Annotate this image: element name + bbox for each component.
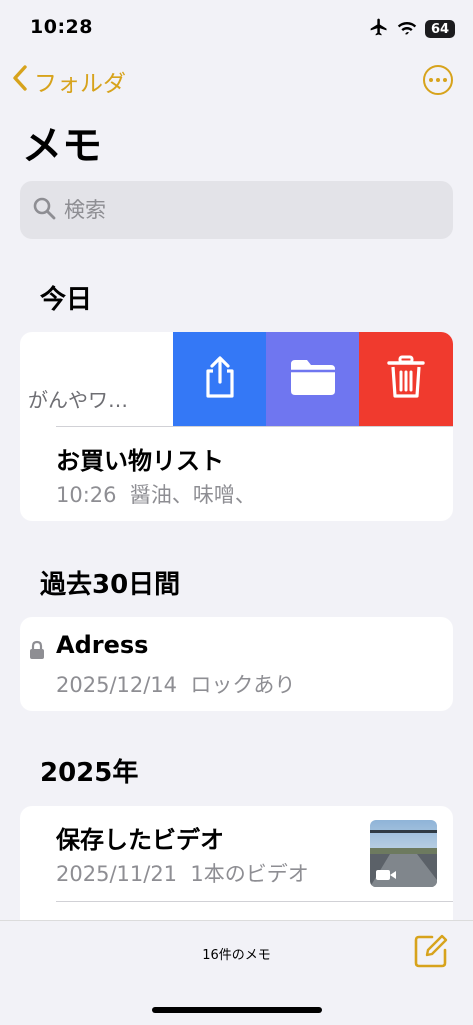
section-header-past-30-days: 過去30日間 (40, 570, 181, 600)
move-to-folder-action-button[interactable] (266, 332, 360, 426)
compose-button[interactable] (414, 934, 448, 972)
search-bar[interactable] (20, 181, 453, 239)
row-divider (56, 901, 453, 902)
note-preview: 1本のビデオ (190, 862, 309, 886)
chevron-left-icon (12, 65, 28, 97)
search-icon (32, 196, 56, 224)
share-action-button[interactable] (173, 332, 267, 426)
wifi-icon (397, 19, 417, 39)
note-title: Adress (56, 631, 149, 659)
airplane-mode-icon (369, 17, 389, 41)
back-button[interactable]: フォルダ (12, 64, 126, 98)
today-notes-card: がんやワ… お買い物リスト 10:26 醤油、味噌、 (20, 332, 453, 521)
page-title: メモ (22, 123, 102, 169)
note-date: 2025/11/21 (56, 862, 178, 886)
note-preview: 醤油、味噌、 (129, 483, 256, 507)
search-input[interactable] (62, 197, 426, 223)
video-thumbnail (370, 820, 437, 887)
status-icons: 64 (369, 16, 455, 42)
home-indicator[interactable] (152, 1007, 322, 1013)
list-item-saved-video[interactable]: 保存したビデオ 2025/11/21 1本のビデオ (20, 806, 453, 900)
note-title: 保存したビデオ (56, 826, 224, 854)
note-time: 10:26 (56, 483, 117, 507)
battery-icon: 64 (425, 20, 455, 38)
compose-icon (414, 934, 448, 972)
folder-icon (289, 358, 337, 400)
lock-icon (29, 640, 45, 664)
note-meta: 2025/11/21 1本のビデオ (56, 858, 309, 888)
delete-action-button[interactable] (359, 332, 453, 426)
section-header-2025: 2025年 (40, 758, 139, 788)
note-title-truncated: がんやワ… (28, 388, 128, 412)
more-options-button[interactable] (423, 65, 453, 95)
note-meta: 2025/12/14 ロックあり (56, 669, 295, 699)
share-icon (200, 355, 240, 403)
list-item-adress[interactable]: Adress 2025/12/14 ロックあり (20, 617, 453, 711)
list-item-shopping-list[interactable]: お買い物リスト 10:26 醤油、味噌、 (20, 427, 453, 521)
note-title: お買い物リスト (56, 447, 224, 475)
trash-icon (387, 355, 425, 403)
note-date: 2025/12/14 (56, 673, 178, 697)
list-item-swiped[interactable]: がんやワ… (20, 332, 453, 426)
section-header-today: 今日 (40, 285, 93, 315)
year-notes-card: 保存したビデオ 2025/11/21 1本のビデオ (20, 806, 453, 936)
status-time: 10:28 (30, 16, 93, 38)
note-count: 16件のメモ (202, 948, 271, 963)
note-preview: ロックあり (190, 673, 296, 697)
note-meta: 10:26 醤油、味噌、 (56, 479, 256, 509)
back-button-label: フォルダ (34, 71, 126, 97)
